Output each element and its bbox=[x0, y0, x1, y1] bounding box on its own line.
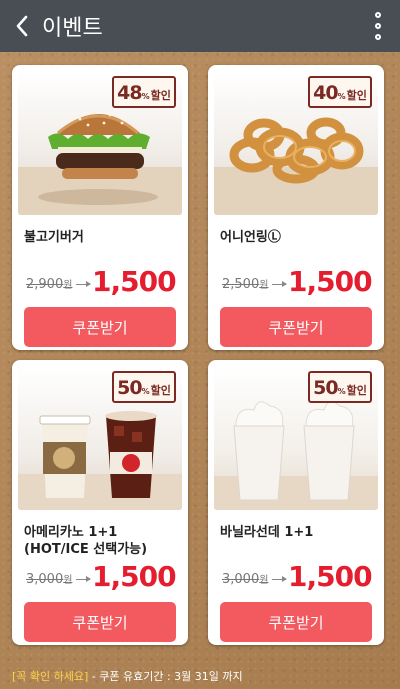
discount-percent: 40 bbox=[313, 82, 338, 104]
arrow-right-icon bbox=[76, 576, 91, 582]
discount-unit: % bbox=[337, 92, 346, 101]
app-bar: 이벤트 bbox=[0, 0, 400, 52]
original-price: 2,500원 bbox=[222, 277, 269, 292]
price-row: 2,900원 1,500원 bbox=[24, 265, 184, 328]
discount-percent: 50 bbox=[117, 377, 142, 399]
back-button[interactable] bbox=[0, 0, 44, 52]
more-options-button[interactable] bbox=[370, 12, 386, 40]
discount-unit: % bbox=[337, 387, 346, 396]
discount-unit: % bbox=[141, 92, 150, 101]
get-coupon-button[interactable]: 쿠폰받기 bbox=[220, 307, 372, 347]
page-title: 이벤트 bbox=[42, 16, 103, 41]
arrow-right-icon bbox=[272, 281, 287, 287]
discount-badge: 50 % 할인 bbox=[112, 371, 176, 403]
product-name: 어니언링Ⓛ bbox=[220, 230, 281, 245]
product-card-bulgogi-burger: 48 % 할인 불고기버거 2,900원 1,500원 쿠폰받기 bbox=[12, 65, 188, 350]
more-dot-icon bbox=[375, 12, 381, 18]
discount-label: 할인 bbox=[150, 384, 171, 397]
discount-badge: 40 % 할인 bbox=[308, 76, 372, 108]
discount-unit: % bbox=[141, 387, 150, 396]
burger-image: 48 % 할인 bbox=[18, 71, 182, 215]
notice-highlight: [꼭 확인 하세요] bbox=[12, 670, 89, 683]
notice-text: - 쿠폰 유효기간 : 3월 31일 까지 bbox=[88, 670, 243, 683]
discount-label: 할인 bbox=[346, 89, 367, 102]
arrow-right-icon bbox=[76, 281, 91, 287]
onion-rings-image: 40 % 할인 bbox=[214, 71, 378, 215]
discount-badge: 48 % 할인 bbox=[112, 76, 176, 108]
price-row: 2,500원 1,500원 bbox=[220, 265, 380, 328]
original-price: 3,000원 bbox=[222, 572, 269, 587]
discount-percent: 50 bbox=[313, 377, 338, 399]
more-dot-icon bbox=[375, 34, 381, 40]
discount-percent: 48 bbox=[117, 82, 142, 104]
coupon-validity-notice: [꼭 확인 하세요] - 쿠폰 유효기간 : 3월 31일 까지 bbox=[12, 668, 243, 684]
original-price: 2,900원 bbox=[26, 277, 73, 292]
vanilla-sundae-image: 50 % 할인 bbox=[214, 366, 378, 510]
product-name: 불고기버거 bbox=[24, 230, 84, 245]
discount-label: 할인 bbox=[346, 384, 367, 397]
chevron-left-icon bbox=[16, 15, 28, 37]
discount-label: 할인 bbox=[150, 89, 171, 102]
arrow-right-icon bbox=[272, 576, 287, 582]
product-name: 바닐라선데 1+1 bbox=[220, 525, 314, 540]
product-card-americano: 50 % 할인 아메리카노 1+1 (HOT/ICE 선택가능) 3,000원 … bbox=[12, 360, 188, 645]
product-card-vanilla-sundae: 50 % 할인 바닐라선데 1+1 3,000원 1,500원 쿠폰받기 bbox=[208, 360, 384, 645]
get-coupon-button[interactable]: 쿠폰받기 bbox=[24, 602, 176, 642]
discount-badge: 50 % 할인 bbox=[308, 371, 372, 403]
get-coupon-button[interactable]: 쿠폰받기 bbox=[220, 602, 372, 642]
original-price: 3,000원 bbox=[26, 572, 73, 587]
product-card-onion-rings: 40 % 할인 어니언링Ⓛ 2,500원 1,500원 쿠폰받기 bbox=[208, 65, 384, 350]
get-coupon-button[interactable]: 쿠폰받기 bbox=[24, 307, 176, 347]
americano-image: 50 % 할인 bbox=[18, 366, 182, 510]
more-dot-icon bbox=[375, 23, 381, 29]
product-name: 아메리카노 1+1 (HOT/ICE 선택가능) bbox=[24, 525, 148, 557]
price-row: 3,000원 1,500원 bbox=[24, 560, 184, 623]
price-row: 3,000원 1,500원 bbox=[220, 560, 380, 623]
